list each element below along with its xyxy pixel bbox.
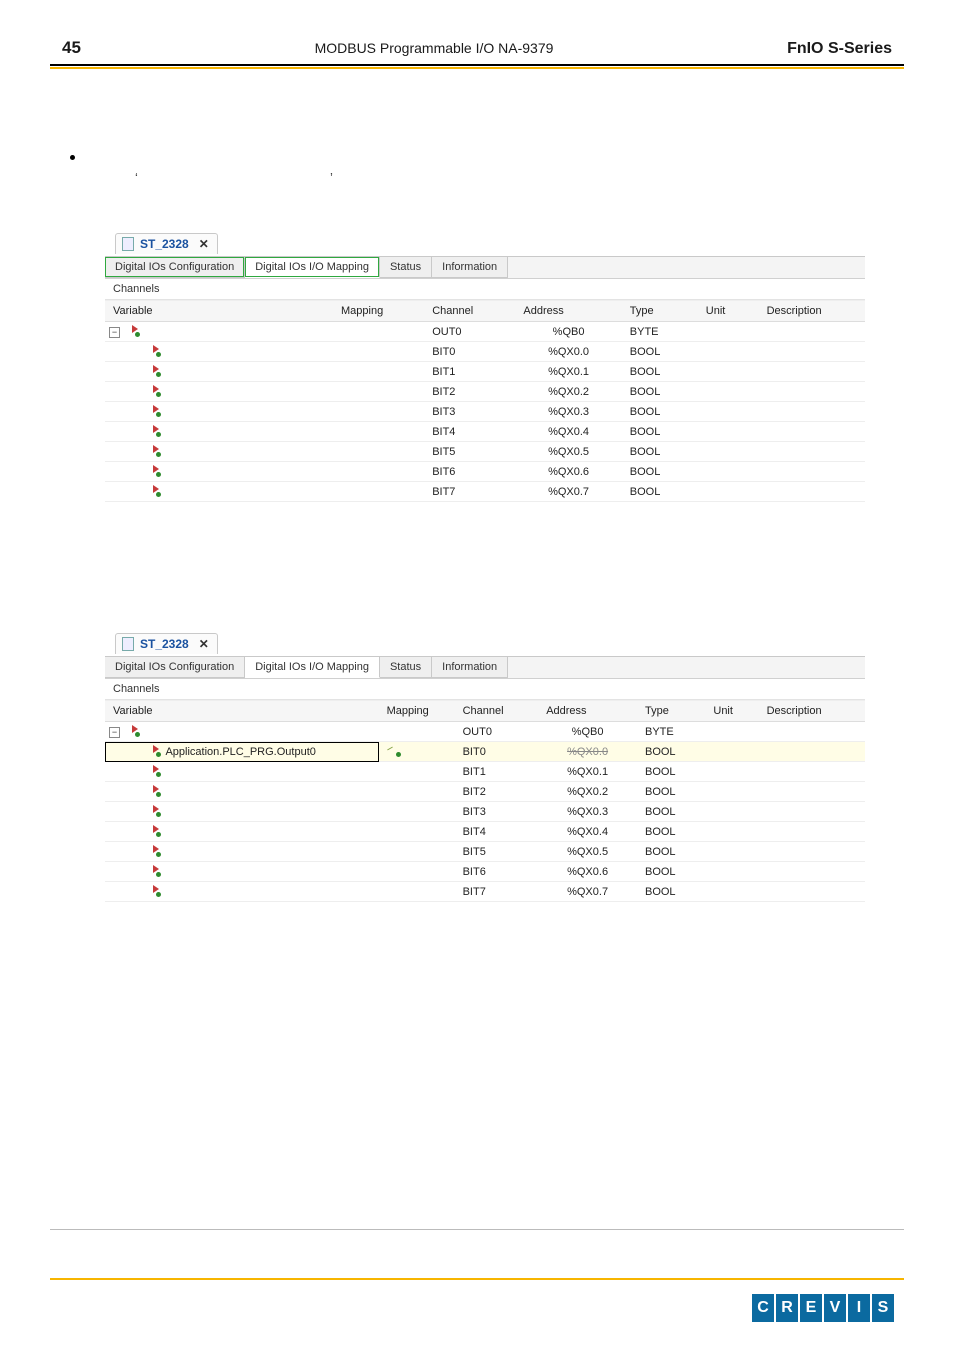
table-row[interactable]: BIT0%QX0.0BOOL [105,342,865,362]
table-row[interactable]: BIT6%QX0.6BOOL [105,462,865,482]
tab-info[interactable]: Information [432,257,508,278]
col-variable[interactable]: Variable [105,301,333,322]
variable-icon [147,785,159,795]
table-row[interactable]: BIT1%QX0.1BOOL [105,362,865,382]
variable-icon [126,725,138,735]
variable-icon [147,805,159,815]
document-icon [122,237,134,251]
file-tab[interactable]: ST_2328 ✕ [115,633,218,654]
variable-icon [147,445,159,455]
header-rule-accent [50,67,904,69]
variable-icon [147,885,159,895]
variable-icon [147,865,159,875]
channels-section-label: Channels [105,279,865,300]
mapping-panel-2: ST_2328 ✕ Digital IOs Configuration Digi… [105,633,865,902]
logo-letter: V [824,1294,846,1322]
col-variable[interactable]: Variable [105,701,379,722]
col-channel[interactable]: Channel [455,701,539,722]
col-address[interactable]: Address [538,701,637,722]
variable-icon [147,765,159,775]
table-row[interactable]: BIT4%QX0.4BOOL [105,422,865,442]
series-label: FnIO S-Series [787,40,892,58]
logo-letter: R [776,1294,798,1322]
table-row[interactable]: BIT5%QX0.5BOOL [105,442,865,462]
mapping-icon [387,745,399,755]
close-icon[interactable]: ✕ [199,637,209,651]
header-rule-dark [50,64,904,66]
close-icon[interactable]: ✕ [199,237,209,251]
col-description[interactable]: Description [759,301,865,322]
col-type[interactable]: Type [637,701,705,722]
tab-config[interactable]: Digital IOs Configuration [105,257,245,278]
col-unit[interactable]: Unit [705,701,758,722]
tree-collapse-icon[interactable]: − [109,327,120,338]
variable-icon [147,425,159,435]
variable-icon [147,845,159,855]
table-row[interactable]: BIT6%QX0.6BOOL [105,862,865,882]
variable-icon [126,325,138,335]
crevis-logo: CREVIS [752,1294,894,1322]
doc-title: MODBUS Programmable I/O NA-9379 [315,40,554,56]
logo-letter: E [800,1294,822,1322]
tab-status[interactable]: Status [380,657,432,678]
logo-letter: S [872,1294,894,1322]
open-quote: ‘ [135,170,138,185]
col-channel[interactable]: Channel [424,301,515,322]
variable-icon [147,345,159,355]
variable-icon [147,745,159,755]
document-icon [122,637,134,651]
variable-path: Application.PLC_PRG.Output0 [165,746,315,758]
page-number: 45 [62,38,81,58]
variable-icon [147,825,159,835]
file-tab-label: ST_2328 [140,637,189,651]
col-mapping[interactable]: Mapping [333,301,424,322]
table-row[interactable]: Application.PLC_PRG.Output0BIT0%QX0.0BOO… [105,742,865,762]
col-description[interactable]: Description [759,701,865,722]
col-type[interactable]: Type [622,301,698,322]
table-row[interactable]: BIT3%QX0.3BOOL [105,402,865,422]
col-address[interactable]: Address [515,301,621,322]
col-mapping[interactable]: Mapping [379,701,455,722]
mapping-table-1: Variable Mapping Channel Address Type Un… [105,300,865,502]
table-row[interactable]: BIT3%QX0.3BOOL [105,802,865,822]
table-row[interactable]: −OUT0%QB0BYTE [105,722,865,742]
table-row[interactable]: BIT4%QX0.4BOOL [105,822,865,842]
file-tab[interactable]: ST_2328 ✕ [115,233,218,254]
variable-icon [147,405,159,415]
close-quote: ’ [330,170,333,185]
page-header: 45 MODBUS Programmable I/O NA-9379 FnIO … [0,0,954,64]
tab-mapping[interactable]: Digital IOs I/O Mapping [245,257,380,278]
bullet-icon [70,155,75,160]
footer-rule-accent [50,1278,904,1280]
col-unit[interactable]: Unit [698,301,759,322]
channels-section-label: Channels [105,679,865,700]
variable-icon [147,365,159,375]
table-row[interactable]: BIT7%QX0.7BOOL [105,482,865,502]
variable-icon [147,485,159,495]
tab-config[interactable]: Digital IOs Configuration [105,657,245,678]
tab-status[interactable]: Status [380,257,432,278]
file-tab-label: ST_2328 [140,237,189,251]
logo-letter: C [752,1294,774,1322]
table-row[interactable]: BIT1%QX0.1BOOL [105,762,865,782]
variable-icon [147,385,159,395]
mapping-panel-1: ST_2328 ✕ Digital IOs Configuration Digi… [105,233,865,502]
tab-strip: Digital IOs Configuration Digital IOs I/… [105,256,865,279]
tab-mapping[interactable]: Digital IOs I/O Mapping [245,657,380,678]
table-row[interactable]: BIT7%QX0.7BOOL [105,882,865,902]
table-row[interactable]: −OUT0%QB0BYTE [105,322,865,342]
tab-info[interactable]: Information [432,657,508,678]
table-row[interactable]: BIT5%QX0.5BOOL [105,842,865,862]
variable-icon [147,465,159,475]
table-row[interactable]: BIT2%QX0.2BOOL [105,782,865,802]
tree-collapse-icon[interactable]: − [109,727,120,738]
tab-strip: Digital IOs Configuration Digital IOs I/… [105,656,865,679]
table-row[interactable]: BIT2%QX0.2BOOL [105,382,865,402]
logo-letter: I [848,1294,870,1322]
mapping-table-2: Variable Mapping Channel Address Type Un… [105,700,865,902]
footer-rule-light [50,1229,904,1230]
